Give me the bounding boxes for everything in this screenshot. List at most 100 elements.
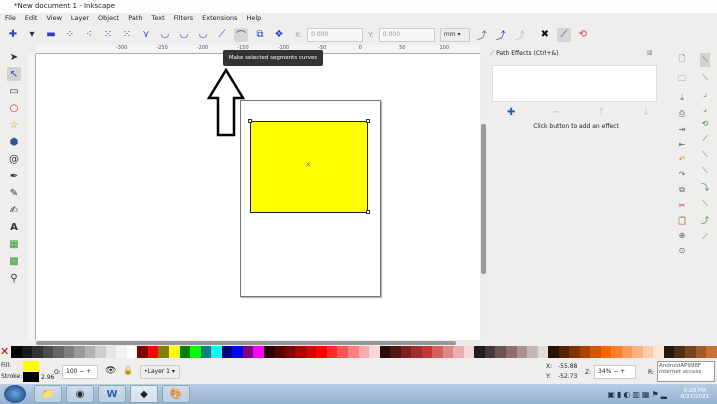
node-handle[interactable]	[248, 119, 252, 123]
color-swatch[interactable]	[242, 346, 254, 358]
clock[interactable]: 6:28 PM 6/27/2021	[673, 388, 717, 400]
menu-layer[interactable]: Layer	[71, 13, 89, 24]
smooth-node-icon[interactable]: ◡	[158, 28, 172, 42]
color-swatch[interactable]	[527, 346, 538, 358]
export-icon[interactable]: ⇤	[679, 140, 686, 149]
lock-icon[interactable]: 🔓	[123, 366, 133, 375]
text-tool-icon[interactable]: A	[7, 220, 21, 234]
color-swatch[interactable]	[358, 346, 370, 358]
color-swatch[interactable]	[200, 346, 212, 358]
start-button[interactable]	[4, 385, 26, 403]
snap-smooth-icon[interactable]: ⤵	[701, 182, 709, 193]
color-swatch[interactable]	[590, 346, 601, 358]
x-input[interactable]: 0.000	[307, 27, 364, 42]
color-swatch[interactable]	[484, 346, 496, 358]
color-swatch[interactable]	[674, 346, 685, 358]
color-swatch[interactable]	[537, 346, 549, 358]
yellow-rectangle[interactable]: ×	[250, 121, 368, 213]
symmetric-node-icon[interactable]: ◡	[177, 28, 191, 42]
selector-tool-icon[interactable]: ➤	[7, 50, 21, 64]
delete-node-icon[interactable]: ▬	[44, 28, 58, 42]
gradient-tool-icon[interactable]: ▦	[7, 237, 21, 251]
color-swatch[interactable]	[232, 346, 243, 358]
redo-icon[interactable]: ↷	[679, 170, 686, 179]
3d-box-tool-icon[interactable]: ⬢	[7, 135, 21, 149]
color-swatch[interactable]	[579, 346, 591, 358]
move-up-button[interactable]: ↑	[597, 107, 605, 118]
snap-rotation-icon[interactable]: ⟋	[702, 232, 708, 242]
color-swatch[interactable]	[432, 346, 443, 358]
color-swatch[interactable]	[495, 346, 506, 358]
remove-effect-button[interactable]: −	[552, 107, 560, 118]
no-paint-icon[interactable]: ✕	[0, 346, 11, 359]
word-task-icon[interactable]: W	[98, 385, 126, 403]
color-swatch[interactable]	[63, 346, 75, 358]
zoom-selection-icon[interactable]: ⊕	[679, 231, 686, 240]
color-swatch[interactable]	[137, 346, 148, 358]
color-swatch[interactable]	[221, 346, 233, 358]
color-swatch[interactable]	[369, 346, 380, 358]
dropper-tool-icon[interactable]: ⚲	[7, 271, 21, 285]
cusp-node-icon[interactable]: ⋎	[139, 28, 153, 42]
break-path-icon[interactable]: ⁖	[82, 28, 96, 42]
color-swatch[interactable]	[421, 346, 433, 358]
menu-file[interactable]: File	[5, 13, 16, 24]
pen-tool-icon[interactable]: ✒	[7, 169, 21, 183]
color-swatch[interactable]	[474, 346, 485, 358]
snap-toggle-icon[interactable]: ⟍	[700, 53, 710, 67]
node-handle[interactable]	[366, 210, 370, 214]
color-swatch[interactable]	[706, 346, 717, 358]
print-icon[interactable]: ⎙	[679, 109, 685, 119]
open-icon[interactable]: 🗀	[678, 73, 686, 87]
color-swatch[interactable]	[337, 346, 348, 358]
color-swatch[interactable]	[105, 346, 117, 358]
auto-smooth-icon[interactable]: ◡	[196, 28, 210, 42]
color-swatch[interactable]	[126, 346, 138, 358]
vertical-scrollbar[interactable]	[480, 54, 487, 340]
color-swatch[interactable]	[116, 346, 127, 358]
color-swatch[interactable]	[42, 346, 54, 358]
join-nodes-icon[interactable]: ⁘	[63, 28, 77, 42]
drawing-canvas[interactable]: ×	[36, 54, 480, 340]
color-swatch[interactable]	[453, 346, 464, 358]
color-swatch[interactable]	[548, 346, 559, 358]
snap-paths-icon[interactable]: ⟋	[702, 134, 708, 144]
toggle-visibility-icon[interactable]: 👁	[105, 366, 116, 376]
color-swatch[interactable]	[274, 346, 285, 358]
next-path-effect-icon[interactable]: ⤴	[475, 28, 489, 42]
zoom-input[interactable]: 34% − +	[594, 365, 636, 379]
import-icon[interactable]: ⇥	[679, 125, 686, 134]
close-panel-icon[interactable]: ⊠	[647, 49, 653, 57]
y-input[interactable]: 0.000	[378, 27, 435, 42]
calligraphy-tool-icon[interactable]: ✍	[7, 203, 21, 217]
delete-segment-icon[interactable]: ⁙	[120, 28, 134, 42]
fill-swatch[interactable]	[23, 361, 39, 371]
color-swatch[interactable]	[74, 346, 85, 358]
color-swatch[interactable]	[32, 346, 43, 358]
menu-text[interactable]: Text	[152, 13, 165, 24]
menu-view[interactable]: View	[46, 13, 61, 24]
color-swatch[interactable]	[179, 346, 191, 358]
snap-midpoint-icon[interactable]: ⟍	[702, 199, 708, 209]
color-swatch[interactable]	[653, 346, 664, 358]
color-swatch[interactable]	[147, 346, 159, 358]
color-swatch[interactable]	[642, 346, 654, 358]
tray-icons[interactable]: ▣▮◐▥▦⚑▂	[607, 390, 668, 399]
color-swatch[interactable]	[253, 346, 264, 358]
inkscape-task-icon[interactable]: ◆	[130, 385, 158, 403]
opacity-input[interactable]: 100 − +	[62, 365, 98, 379]
node-handle[interactable]	[366, 119, 370, 123]
snap-bbox-icon[interactable]: ⟍	[702, 73, 708, 83]
join-segment-icon[interactable]: ⁙	[101, 28, 115, 42]
stroke-to-path-icon[interactable]: ❖	[272, 28, 286, 42]
show-outline-icon[interactable]: ⟲	[576, 28, 590, 42]
color-swatch[interactable]	[663, 346, 675, 358]
color-swatch[interactable]	[305, 346, 317, 358]
color-swatch[interactable]	[379, 346, 391, 358]
rect-tool-icon[interactable]: ▭	[7, 84, 21, 98]
ellipse-tool-icon[interactable]: ○	[7, 101, 21, 115]
menu-path[interactable]: Path	[128, 13, 142, 24]
menu-edit[interactable]: Edit	[25, 13, 38, 24]
color-swatch[interactable]	[211, 346, 222, 358]
color-swatch[interactable]	[390, 346, 401, 358]
